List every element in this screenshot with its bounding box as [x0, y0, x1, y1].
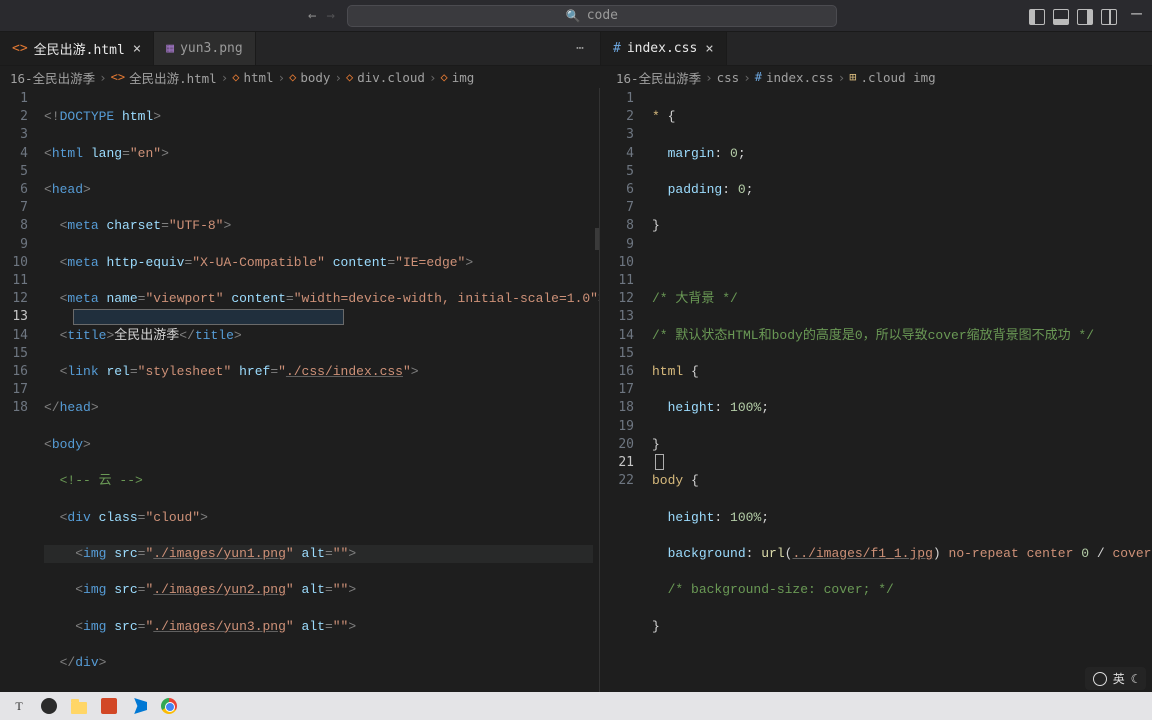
breadcrumb[interactable]: 16-全民出游季› css› # index.css› ⊞ .cloud img [600, 66, 1152, 88]
window-minimize-icon[interactable]: — [1131, 3, 1142, 24]
search-text: code [587, 8, 618, 23]
editor-tabs-row: <> 全民出游.html × ▦ yun3.png ⋯ # index.css … [0, 32, 1152, 66]
code-area[interactable]: <!DOCTYPE html> <html lang="en"> <head> … [44, 90, 593, 692]
editor-pane-right[interactable]: 123456789 1011121314151617 1819202122 * … [600, 88, 1152, 692]
taskbar-app-circle[interactable] [38, 695, 60, 717]
editor-split: 123456789 101112131415161718 <!DOCTYPE h… [0, 88, 1152, 692]
nav-forward-icon[interactable]: → [326, 8, 334, 24]
crumb[interactable]: body [300, 70, 330, 85]
code-area[interactable]: * { margin: 0; padding: 0; } /* 大背景 */ /… [652, 90, 1146, 692]
crumb[interactable]: index.css [766, 70, 834, 85]
tab-label: 全民出游.html [34, 39, 125, 58]
crumb[interactable]: 16-全民出游季 [616, 68, 701, 87]
scroll-marker [595, 228, 599, 250]
search-icon: 🔍 [566, 9, 581, 23]
command-center[interactable]: 🔍 code [347, 5, 837, 27]
breadcrumb[interactable]: 16-全民出游季› <> 全民出游.html› ◇ html› ◇ body› … [0, 66, 600, 88]
taskbar-app-folder[interactable] [68, 695, 90, 717]
ime-lang[interactable]: 英 [1113, 670, 1125, 687]
taskbar-app-vscode[interactable] [128, 695, 150, 717]
crumb[interactable]: 16-全民出游季 [10, 68, 95, 87]
tab-label: index.css [627, 41, 697, 56]
close-icon[interactable]: × [133, 41, 141, 57]
layout-sidebar-right-icon[interactable] [1077, 9, 1093, 25]
html-file-icon: <> [12, 41, 28, 56]
tab-html-file[interactable]: <> 全民出游.html × [0, 32, 154, 65]
element-icon: ◇ [232, 70, 239, 84]
taskbar-app-text[interactable]: T [8, 695, 30, 717]
close-icon[interactable]: × [705, 41, 713, 57]
element-icon: ◇ [346, 70, 353, 84]
title-layout-controls: — [1029, 6, 1142, 27]
selector-icon: ⊞ [849, 70, 856, 84]
editor-pane-left[interactable]: 123456789 101112131415161718 <!DOCTYPE h… [0, 88, 600, 692]
tab-image-file[interactable]: ▦ yun3.png [154, 32, 255, 65]
title-bar: ← → 🔍 code — [0, 0, 1152, 32]
layout-customize-icon[interactable] [1101, 9, 1117, 25]
html-file-icon: <> [111, 70, 125, 84]
nav-back-icon[interactable]: ← [308, 8, 316, 24]
taskbar-app-powerpoint[interactable] [98, 695, 120, 717]
crumb[interactable]: css [717, 70, 740, 85]
ime-globe-icon[interactable] [1093, 672, 1107, 686]
css-file-icon: # [755, 70, 762, 84]
crumb[interactable]: 全民出游.html [129, 68, 217, 87]
css-file-icon: # [613, 41, 621, 56]
image-file-icon: ▦ [166, 41, 174, 56]
ime-tray[interactable]: 英 ☾ [1085, 667, 1146, 690]
crumb[interactable]: html [243, 70, 273, 85]
crumb[interactable]: img [452, 70, 475, 85]
tab-css-file[interactable]: # index.css × [601, 32, 727, 65]
element-icon: ◇ [440, 70, 447, 84]
crumb[interactable]: .cloud img [860, 70, 935, 85]
layout-sidebar-left-icon[interactable] [1029, 9, 1045, 25]
night-mode-icon[interactable]: ☾ [1131, 672, 1138, 686]
nav-arrows: ← → [308, 8, 335, 24]
breadcrumbs-row: 16-全民出游季› <> 全民出游.html› ◇ html› ◇ body› … [0, 66, 1152, 88]
taskbar[interactable]: T [0, 692, 1152, 720]
more-icon[interactable]: ⋯ [576, 41, 584, 56]
tabs-left-group: <> 全民出游.html × ▦ yun3.png ⋯ [0, 32, 600, 65]
layout-panel-bottom-icon[interactable] [1053, 9, 1069, 25]
tab-label: yun3.png [180, 41, 243, 56]
line-numbers: 123456789 1011121314151617 1819202122 [600, 88, 646, 490]
line-numbers: 123456789 101112131415161718 [0, 88, 38, 418]
tabs-right-group: # index.css × [601, 32, 1152, 65]
taskbar-app-chrome[interactable] [158, 695, 180, 717]
crumb[interactable]: div.cloud [357, 70, 425, 85]
element-icon: ◇ [289, 70, 296, 84]
tab-actions-left[interactable]: ⋯ [576, 32, 600, 65]
